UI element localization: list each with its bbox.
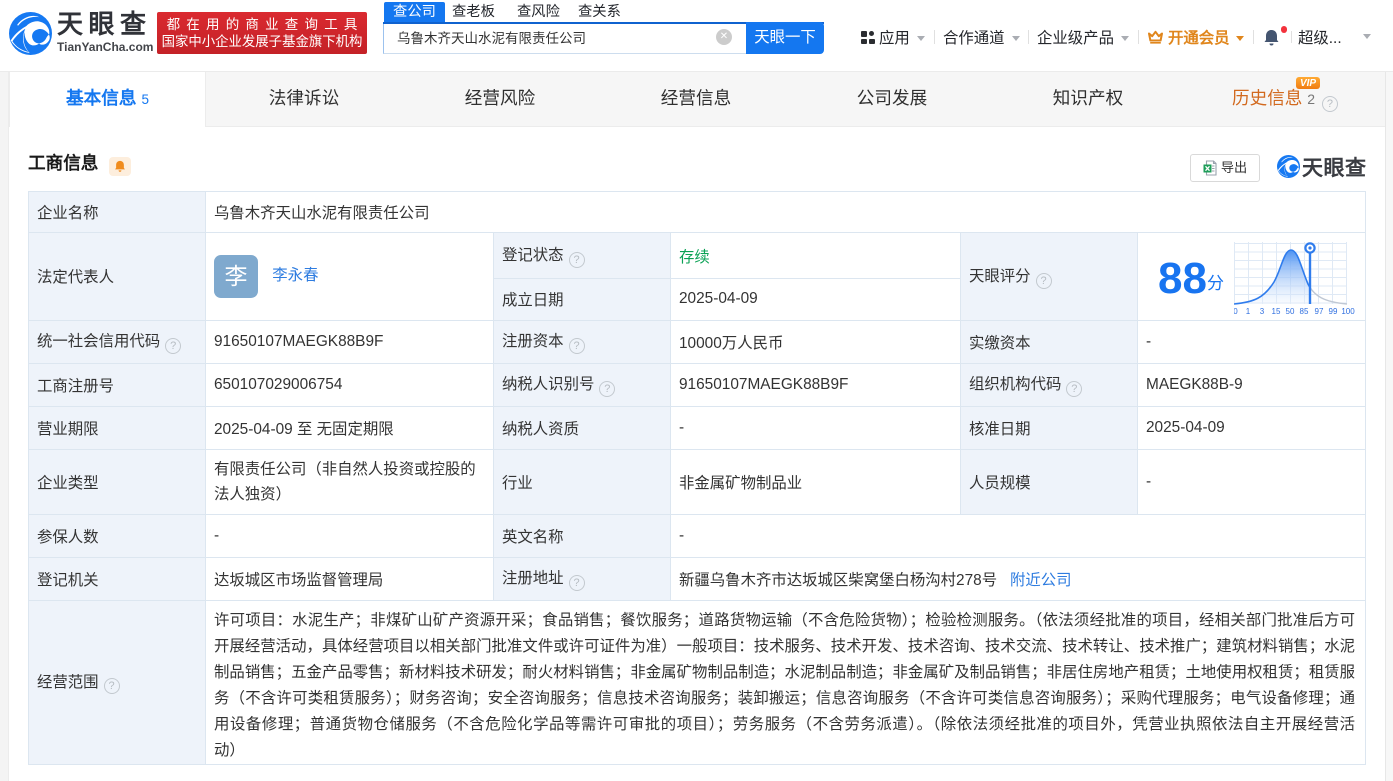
svg-text:50: 50 <box>1286 307 1295 316</box>
svg-text:85: 85 <box>1300 307 1309 316</box>
svg-text:100: 100 <box>1341 307 1355 316</box>
svg-text:97: 97 <box>1315 307 1324 316</box>
svg-text:99: 99 <box>1329 307 1338 316</box>
svg-text:15: 15 <box>1272 307 1281 316</box>
svg-text:1: 1 <box>1246 307 1251 316</box>
svg-text:0: 0 <box>1234 307 1238 316</box>
svg-text:3: 3 <box>1260 307 1265 316</box>
